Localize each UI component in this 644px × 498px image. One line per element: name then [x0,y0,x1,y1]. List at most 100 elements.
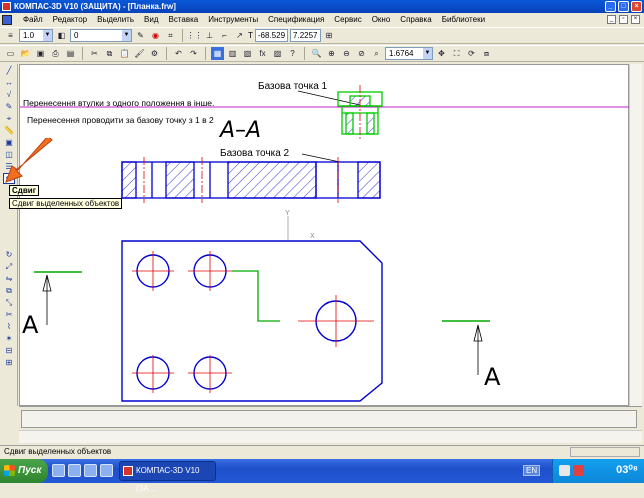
layer-select[interactable]: 0 ▼ [70,29,132,42]
quick-launch-icon[interactable] [52,464,65,477]
quick-launch-icon[interactable] [84,464,97,477]
taskbar-app-button[interactable]: КОМПАС-3D V10 (ЗА... [119,461,216,493]
menu-libraries[interactable]: Библиотеки [437,15,490,24]
zoom-scale-icon[interactable]: ⊘ [355,47,368,60]
paste-icon[interactable]: 📋 [118,47,131,60]
variables-icon[interactable]: ▧ [241,47,254,60]
compact-panel: ╱ ↔ √ ✎ ⌖ 📏 ▣ ◫ ☰ ⇆ ↻ ⤢ ⇋ ⧉ ⤡ ✂ ⌇ ✶ ⊟ ⊞ [0,64,18,406]
pan-icon[interactable]: ✥ [435,47,448,60]
tray-icon[interactable] [573,465,584,476]
coord-y-field[interactable]: 7.2257 [290,29,321,42]
dimension-tool-icon[interactable]: ↔ [3,77,15,88]
line-style-icon[interactable]: ≡ [4,29,17,42]
menu-insert[interactable]: Вставка [164,15,204,24]
local-cs-icon[interactable]: ⊥ [203,29,216,42]
grid-icon[interactable]: ⋮⋮ [187,29,203,42]
help-pointer-icon[interactable]: ? [286,47,299,60]
snap-icon[interactable]: ⌗ [164,29,177,42]
section-plate [121,161,381,199]
geometry-tool-icon[interactable]: ╱ [3,65,15,76]
tree-icon[interactable]: ▥ [226,47,239,60]
close-button[interactable]: × [631,1,642,12]
rotate-tool-icon[interactable]: ↻ [3,249,15,260]
view-letter-left: A [22,311,39,339]
coord-x-field[interactable]: -68.529 [254,29,289,42]
menu-help[interactable]: Справка [395,15,436,24]
symbol-tool-icon[interactable]: √ [3,89,15,100]
layers-icon[interactable]: ◧ [55,29,68,42]
open-file-icon[interactable]: 📂 [19,47,32,60]
vertical-scrollbar[interactable] [629,64,642,406]
cut-line-step [232,270,280,322]
redo-icon[interactable]: ↷ [187,47,200,60]
menu-specification[interactable]: Спецификация [263,15,329,24]
drawing-canvas[interactable]: Перенесення втулки з одного положення в … [19,64,630,406]
measure-tool-icon[interactable]: 📏 [3,125,15,136]
line-width-select[interactable]: 1.0 ▼ [19,29,53,42]
save-icon[interactable]: ▣ [34,47,47,60]
tray-icon[interactable] [559,465,570,476]
properties-panel-area[interactable] [21,410,637,428]
menu-file[interactable]: Файл [18,15,48,24]
start-button[interactable]: Пуск [0,459,48,483]
zoom-in-icon[interactable]: ⊕ [325,47,338,60]
library-icon[interactable]: ▨ [271,47,284,60]
note-1: Перенесення втулки з одного положення в … [23,98,214,108]
rebuild-icon[interactable]: ⧈ [480,47,493,60]
manager-icon[interactable]: ▦ [211,47,224,60]
horizontal-scrollbar[interactable] [19,430,642,443]
copy-tool-icon[interactable]: ⧉ [3,285,15,296]
menu-edit[interactable]: Редактор [48,15,92,24]
copy-icon[interactable]: ⧉ [103,47,116,60]
maximize-button[interactable]: □ [618,1,629,12]
drawing-svg: Перенесення втулки з одного положення в … [20,81,630,402]
doc-restore-button[interactable]: ▫ [619,15,628,24]
base-point-1-label: Базова точка 1 [258,81,328,92]
format-brush-icon[interactable]: 🖌 [133,47,146,60]
standard-toolbar: ▭ 📂 ▣ ⎙ ▤ ✂ ⧉ 📋 🖌 ⚙ ↶ ↷ ▦ ▥ ▧ fx ▨ ? 🔍 ⊕… [0,45,644,62]
zoom-out-icon[interactable]: ⊖ [340,47,353,60]
param-tool-icon[interactable]: ⌖ [3,113,15,124]
minimize-button[interactable]: _ [605,1,616,12]
quick-launch-icon[interactable] [100,464,113,477]
menu-view[interactable]: Вид [139,15,163,24]
refresh-icon[interactable]: ⟳ [465,47,478,60]
undo-icon[interactable]: ↶ [172,47,185,60]
edit-tool-icon[interactable]: ✎ [3,101,15,112]
base-point-2-label: Базова точка 2 [220,148,290,159]
doc-minimize-button[interactable]: _ [607,15,616,24]
pen-color-icon[interactable]: ✎ [134,29,147,42]
new-file-icon[interactable]: ▭ [4,47,17,60]
clip-tool-icon[interactable]: ⊟ [3,345,15,356]
axis-x-label: X [310,233,315,240]
deform-tool-icon[interactable]: ⤡ [3,297,15,308]
menu-window[interactable]: Окно [367,15,396,24]
fit-tool-icon[interactable]: ⊞ [3,357,15,368]
zoom-select[interactable]: 1.6764 ▼ [385,47,433,60]
mirror-tool-icon[interactable]: ⇋ [3,273,15,284]
section-label: A–A [218,118,261,143]
function-icon[interactable]: fx [256,47,269,60]
doc-close-button[interactable]: × [631,15,640,24]
color-swatch-icon[interactable]: ◉ [149,29,162,42]
properties-icon[interactable]: ⚙ [148,47,161,60]
quick-launch-icon[interactable] [68,464,81,477]
zoom-all-icon[interactable]: ⛶ [450,47,463,60]
zoom-window-icon[interactable]: 🔍 [310,47,323,60]
preview-icon[interactable]: ▤ [64,47,77,60]
document-icon [2,14,12,25]
zoom-value: 1.6764 [389,49,414,58]
explode-tool-icon[interactable]: ✶ [3,333,15,344]
menu-tools[interactable]: Инструменты [203,15,263,24]
print-icon[interactable]: ⎙ [49,47,62,60]
language-indicator[interactable]: EN [523,465,541,476]
cut-icon[interactable]: ✂ [88,47,101,60]
menu-select[interactable]: Выделить [92,15,139,24]
scale-tool-icon[interactable]: ⤢ [3,261,15,272]
menu-service[interactable]: Сервис [329,15,366,24]
lock-icon[interactable]: ⊞ [323,29,336,42]
zoom-dynamic-icon[interactable]: ⌕ [370,47,383,60]
ortho-icon[interactable]: ⌐ [218,29,231,42]
break-tool-icon[interactable]: ⌇ [3,321,15,332]
trim-tool-icon[interactable]: ✂ [3,309,15,320]
